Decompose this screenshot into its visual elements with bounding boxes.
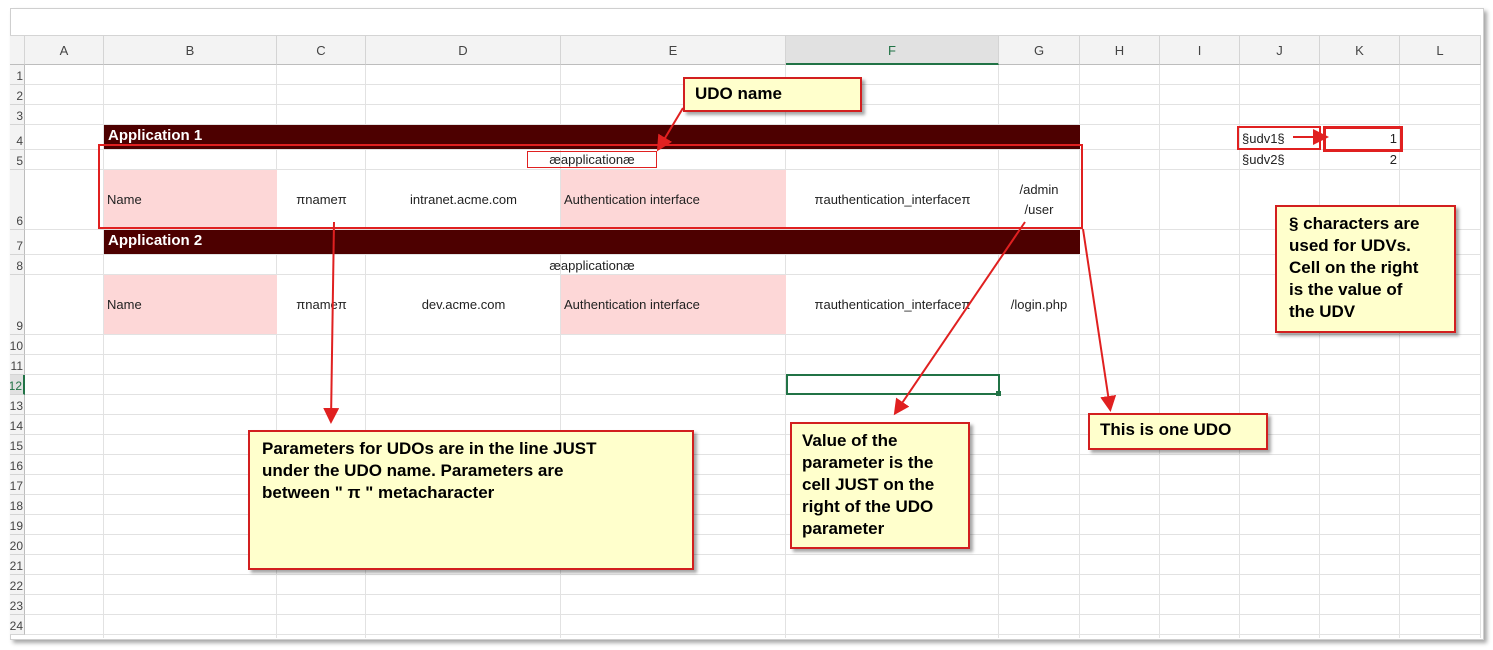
- callout-value-line-4: right of the UDO: [802, 497, 934, 516]
- callout-params-line-1: Parameters for UDOs are in the line JUST: [262, 439, 597, 458]
- callout-value-line-1: Value of the: [802, 431, 898, 450]
- callout-one-udo-text: This is one UDO: [1100, 420, 1232, 439]
- callout-udv-line-4: is the value of: [1289, 280, 1403, 299]
- callout-udo-name-text: UDO name: [695, 84, 782, 103]
- callout-udv-line-1: § characters are: [1289, 214, 1420, 233]
- callout-value-line-2: parameter is the: [802, 453, 934, 472]
- callout-udv-line-2: used for UDVs.: [1289, 236, 1411, 255]
- callout-params: Parameters for UDOs are in the line JUST…: [248, 430, 694, 570]
- callout-one-udo: This is one UDO: [1088, 413, 1268, 450]
- callout-value-line-5: parameter: [802, 519, 885, 538]
- callout-udv: § characters are used for UDVs. Cell on …: [1275, 205, 1456, 333]
- callout-udo-name: UDO name: [683, 77, 862, 112]
- callout-params-line-3: between " π " metacharacter: [262, 483, 495, 502]
- arrow-param-value: [893, 221, 1026, 416]
- callout-params-line-2: under the UDO name. Parameters are: [262, 461, 564, 480]
- callout-udv-line-3: Cell on the right: [1289, 258, 1419, 277]
- arrow-udo-name: [656, 107, 684, 152]
- callout-value-line-3: cell JUST on the: [802, 475, 935, 494]
- callout-udv-line-5: the UDV: [1289, 302, 1356, 321]
- arrow-params: [323, 221, 340, 424]
- callout-param-value: Value of the parameter is the cell JUST …: [790, 422, 970, 549]
- arrow-one-udo: [1082, 228, 1117, 412]
